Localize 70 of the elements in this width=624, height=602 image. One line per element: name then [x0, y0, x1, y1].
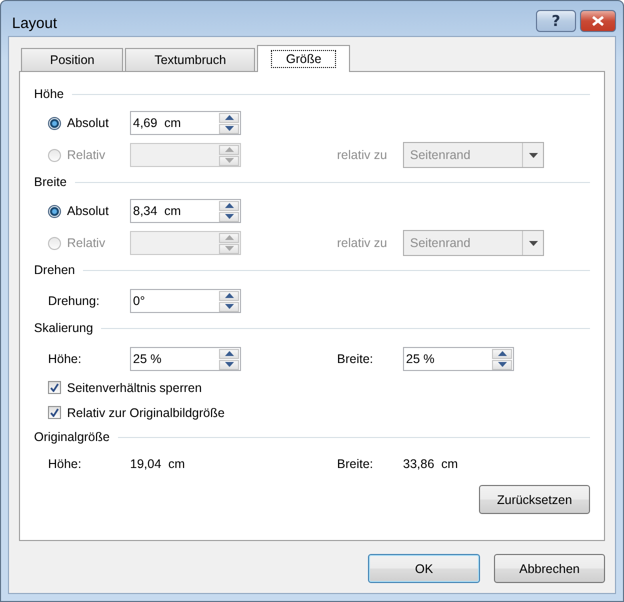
ok-button[interactable]: OK: [368, 554, 480, 583]
window-title: Layout: [12, 15, 58, 32]
checkbox[interactable]: [48, 406, 61, 419]
dropdown-arrow-icon: [528, 240, 538, 246]
tab[interactable]: Position: [21, 48, 124, 72]
spin-up-button[interactable]: [219, 112, 239, 122]
section-title: Höhe: [34, 87, 64, 101]
spin-up-button[interactable]: [219, 348, 239, 358]
spin-field[interactable]: 4,69 cm: [130, 111, 241, 135]
radio-option[interactable]: Absolut: [48, 116, 130, 130]
radio-option[interactable]: Absolut: [48, 204, 130, 218]
field-label: Breite:: [337, 352, 374, 366]
radio-button[interactable]: [48, 204, 61, 218]
section-title: Originalgröße: [34, 430, 110, 444]
field-label: Höhe:: [48, 352, 82, 366]
up-arrow-icon: [498, 351, 506, 356]
tab[interactable]: Größe: [257, 45, 350, 72]
spin-down-button[interactable]: [219, 212, 239, 222]
field-label: Höhe:: [48, 457, 82, 471]
spin-down-button[interactable]: [492, 360, 512, 370]
field-value: 25 %: [406, 352, 436, 366]
down-arrow-icon: [498, 362, 506, 367]
field-value: 0°: [133, 294, 146, 308]
reset-button[interactable]: Zurücksetzen: [479, 485, 590, 514]
down-arrow-icon: [224, 158, 234, 163]
field-label: relativ zu: [337, 148, 388, 162]
up-arrow-icon: [224, 351, 234, 356]
checkbox[interactable]: [48, 381, 61, 394]
up-arrow-icon: [224, 115, 234, 120]
close-button[interactable]: [580, 10, 616, 32]
spin-up-button[interactable]: [219, 290, 239, 300]
down-arrow-icon: [224, 304, 234, 309]
section-title: Breite: [34, 175, 67, 189]
spin-down-button[interactable]: [219, 360, 239, 370]
spin-up-button[interactable]: [219, 200, 239, 210]
close-icon: [592, 16, 604, 26]
dropdown-arrow-icon: [528, 152, 538, 158]
spin-field[interactable]: 25 %: [130, 347, 241, 371]
field-label: Breite:: [337, 457, 374, 471]
check-icon: [50, 383, 59, 392]
section-title: Skalierung: [34, 321, 94, 335]
checkbox-option[interactable]: Relativ zur Originalbildgröße: [34, 400, 590, 425]
down-arrow-icon: [224, 246, 234, 251]
down-arrow-icon: [224, 126, 234, 131]
check-icon: [50, 408, 59, 417]
help-button[interactable]: ?: [536, 10, 576, 32]
field-label: relativ zu: [337, 236, 388, 250]
spin-field[interactable]: 8,34 cm: [130, 199, 241, 223]
up-arrow-icon: [224, 235, 234, 240]
spin-down-button[interactable]: [219, 302, 239, 312]
down-arrow-icon: [224, 214, 234, 219]
field-label: Drehung:: [48, 294, 100, 308]
value-text: 19,04 cm: [130, 457, 186, 471]
section-title: Drehen: [34, 263, 75, 277]
spin-field[interactable]: 0°: [130, 289, 241, 313]
spin-up-button[interactable]: [492, 348, 512, 358]
spin-down-button[interactable]: [219, 124, 239, 134]
spin-field[interactable]: 25 %: [403, 347, 514, 371]
up-arrow-icon: [224, 293, 234, 298]
cancel-button[interactable]: Abbrechen: [494, 554, 605, 583]
field-value: 4,69 cm: [133, 116, 182, 130]
value-text: 33,86 cm: [403, 457, 459, 471]
up-arrow-icon: [224, 147, 234, 152]
tab[interactable]: Textumbruch: [125, 48, 256, 72]
field-value: 8,34 cm: [133, 204, 182, 218]
checkbox-option[interactable]: Seitenverhältnis sperren: [34, 375, 590, 400]
radio-button[interactable]: [48, 116, 61, 130]
field-value: 25 %: [133, 352, 162, 366]
down-arrow-icon: [224, 362, 234, 367]
up-arrow-icon: [224, 203, 234, 208]
